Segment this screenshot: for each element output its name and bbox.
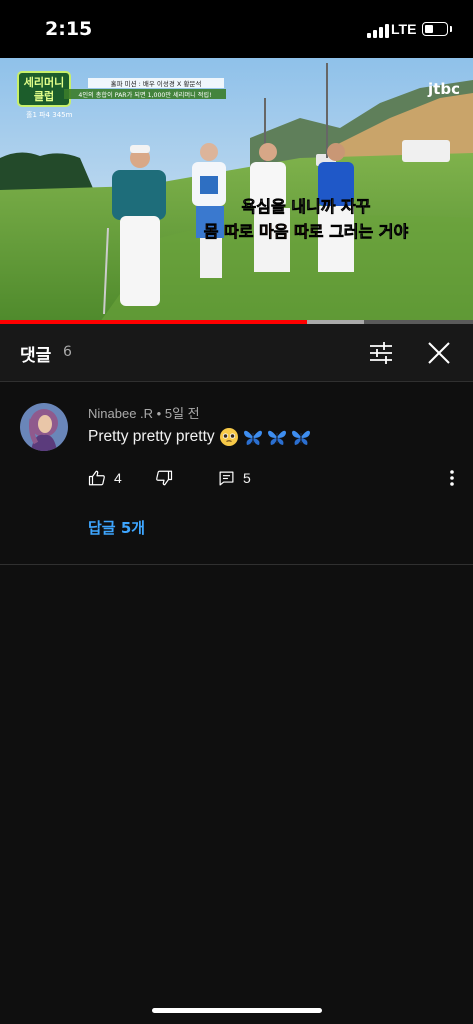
subtitle-line2: 몸 따로 마음 따로 그러는 거야 <box>204 222 409 241</box>
comments-header: 댓글 6 <box>0 324 473 382</box>
view-replies-link[interactable]: 답글 5개 <box>88 517 145 538</box>
thumbs-up-icon <box>88 470 105 486</box>
dislike-button[interactable] <box>155 467 173 489</box>
mission-line2: 4인의 총합이 PAR가 되면 1,000만 세리머니 적립! <box>78 91 211 99</box>
comments-count: 6 <box>63 344 72 360</box>
sliders-icon <box>370 342 392 364</box>
subtitle-line1: 욕심을 내니까 자꾸 <box>242 197 371 216</box>
reply-icon <box>219 471 234 485</box>
butterfly-icon <box>243 430 262 445</box>
more-vertical-icon <box>450 470 454 486</box>
subtitle-rest: 그러는 거야 <box>324 222 409 241</box>
home-indicator[interactable] <box>152 1008 322 1013</box>
show-logo-line1: 세리머니 <box>24 75 64 89</box>
broadcaster-logo: jtbc <box>427 80 460 98</box>
mission-line1: 홀파 미션 : 배우 이성경 X 황문석 <box>111 79 202 88</box>
like-button[interactable]: 4 <box>88 467 122 489</box>
more-options-button[interactable] <box>444 467 460 489</box>
comment-text: Pretty pretty pretty <box>88 428 215 445</box>
pleading-face-icon <box>219 428 238 446</box>
comment-author[interactable]: Ninabee .R <box>88 406 153 421</box>
close-comments-button[interactable] <box>426 340 452 366</box>
comment-age: 5일 전 <box>164 406 200 421</box>
status-time: 2:15 <box>45 18 93 40</box>
battery-tip <box>450 26 452 32</box>
video-frame: 세리머니 클럽 홀1 파4 345m 홀파 미션 : 배우 이성경 X 황문석 … <box>0 58 473 322</box>
avatar-image <box>20 403 68 451</box>
show-logo-line2: 클럽 <box>34 89 54 103</box>
reply-count: 5 <box>243 470 251 486</box>
reply-button[interactable]: 5 <box>218 467 251 489</box>
battery-level <box>425 25 433 33</box>
thumbs-down-icon <box>156 470 173 486</box>
comment-meta: Ninabee .R • 5일 전 <box>88 403 200 422</box>
comment-item: Ninabee .R • 5일 전 Pretty pretty pretty 4… <box>0 383 473 565</box>
status-bar: 2:15 LTE <box>0 0 473 58</box>
comment-body: Pretty pretty pretty <box>88 427 311 447</box>
sort-filter-button[interactable] <box>368 340 394 366</box>
battery-icon <box>422 22 448 36</box>
signal-icon <box>367 24 389 38</box>
close-icon <box>428 342 450 364</box>
hole-info: 홀1 파4 345m <box>26 110 73 119</box>
like-count: 4 <box>114 470 122 486</box>
comments-title: 댓글 <box>20 346 52 366</box>
subtitle-highlight: 몸 따로 마음 따로 <box>204 222 324 241</box>
network-label: LTE <box>391 21 417 37</box>
butterfly-icon <box>267 430 286 445</box>
avatar[interactable] <box>20 403 68 451</box>
butterfly-icon <box>291 430 310 445</box>
video-player[interactable]: 세리머니 클럽 홀1 파4 345m 홀파 미션 : 배우 이성경 X 황문석 … <box>0 58 473 322</box>
meta-separator: • <box>156 406 162 421</box>
